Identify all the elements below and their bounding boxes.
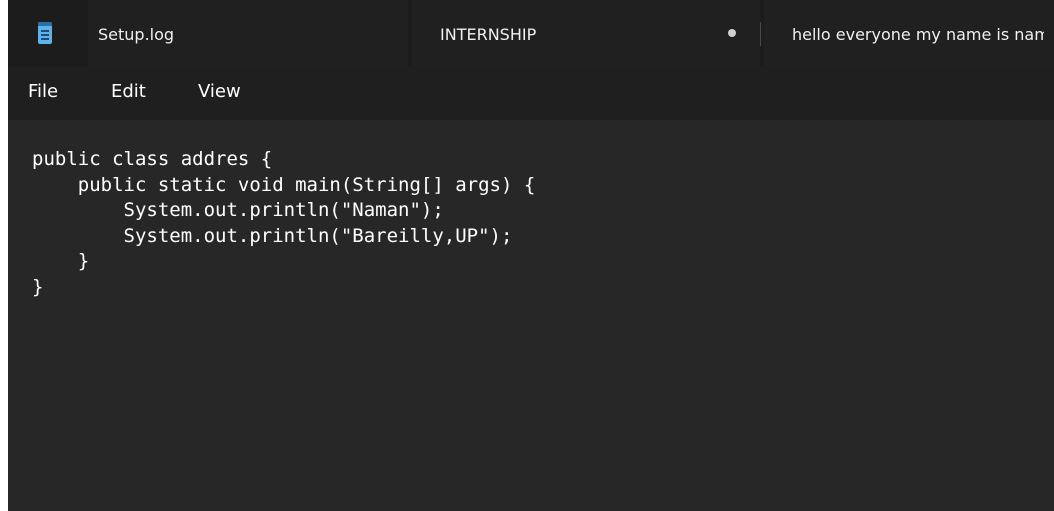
notepad-window: Setup.log INTERNSHIP hello everyone my n… <box>8 0 1054 511</box>
code-line: } <box>32 250 90 272</box>
code-line: } <box>32 275 44 298</box>
tab-setup-log[interactable]: Setup.log <box>88 0 408 66</box>
notepad-icon <box>38 22 52 44</box>
tab-label: Setup.log <box>98 25 175 44</box>
menu-view[interactable]: View <box>198 66 241 120</box>
tab-label: hello everyone my name is naman <box>792 25 1044 44</box>
text-editor-area[interactable]: public class addres { public static void… <box>8 120 1054 511</box>
menu-bar: File Edit View <box>8 66 1054 120</box>
menu-file[interactable]: File <box>28 66 58 120</box>
tab-bar: Setup.log INTERNSHIP hello everyone my n… <box>8 0 1054 66</box>
tab-divider <box>760 22 761 46</box>
code-content[interactable]: public class addres { public static void… <box>32 147 535 300</box>
code-line: public class addres { <box>32 148 273 170</box>
tab-hello-everyone[interactable]: hello everyone my name is naman <box>764 0 1054 66</box>
tab-internship[interactable]: INTERNSHIP <box>412 0 760 66</box>
unsaved-indicator-icon[interactable] <box>728 29 736 37</box>
code-line: System.out.println("Naman"); <box>32 199 444 221</box>
tab-label: INTERNSHIP <box>440 25 537 44</box>
code-line: public static void main(String[] args) { <box>32 173 536 196</box>
code-line: System.out.println("Bareilly,UP"); <box>32 224 513 247</box>
menu-edit[interactable]: Edit <box>111 66 146 120</box>
